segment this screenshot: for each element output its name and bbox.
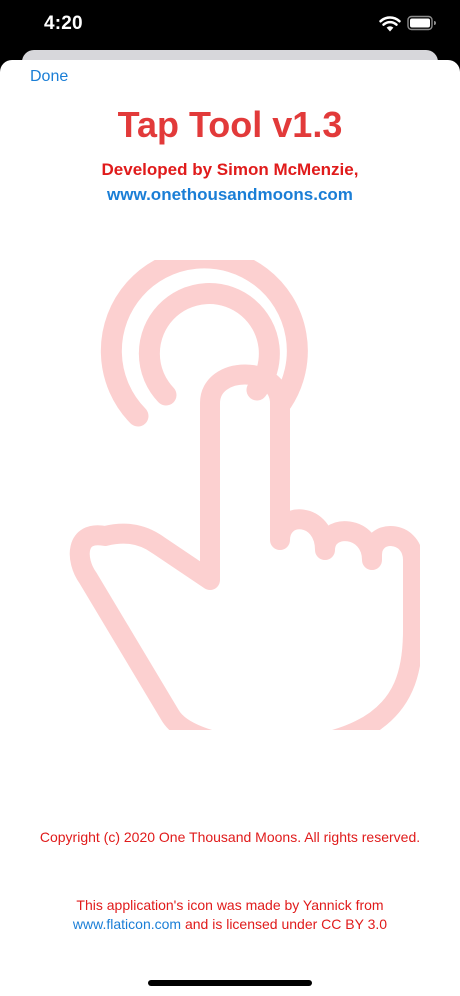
website-link[interactable]: www.onethousandmoons.com (0, 185, 460, 205)
battery-icon (407, 15, 436, 31)
icon-attribution: This application's icon was made by Yann… (0, 896, 460, 934)
flaticon-link[interactable]: www.flaticon.com (73, 916, 181, 932)
done-button[interactable]: Done (30, 68, 68, 86)
attribution-license: and is licensed under CC BY 3.0 (181, 916, 388, 932)
status-bar: 4:20 (0, 0, 460, 50)
about-sheet: Done Tap Tool v1.3 Developed by Simon Mc… (0, 60, 460, 996)
status-time: 4:20 (44, 13, 83, 34)
wifi-icon (379, 16, 401, 32)
copyright-text: Copyright (c) 2020 One Thousand Moons. A… (39, 829, 421, 845)
tap-hand-icon (69, 260, 420, 730)
home-indicator[interactable] (148, 980, 312, 986)
developer-credit: Developed by Simon McMenzie, (101, 160, 359, 179)
attribution-line-1: This application's icon was made by Yann… (76, 897, 384, 913)
app-title: Tap Tool v1.3 (117, 104, 343, 145)
